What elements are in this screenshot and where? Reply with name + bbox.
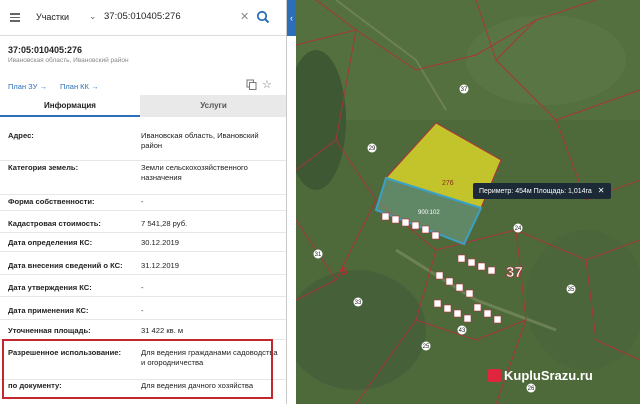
tab-services[interactable]: Услуги (140, 95, 286, 117)
close-icon[interactable]: ✕ (240, 10, 249, 23)
map-label-26: 26 (528, 386, 535, 392)
search-input[interactable] (104, 11, 234, 22)
row-ks-apply-date: Дата применения КС: - (0, 304, 286, 320)
row-value: - (141, 197, 144, 206)
row-label: Дата утверждения КС: (8, 283, 92, 292)
row-value: - (141, 306, 144, 315)
tab-bar: Информация Услуги (0, 95, 286, 117)
row-value: 31 422 кв. м (141, 326, 184, 335)
yellow-parcel-label: 276 (442, 180, 454, 187)
quarter-label-5: 5 (341, 266, 347, 278)
row-label: Категория земель: (8, 163, 79, 172)
map-label-24: 24 (515, 226, 522, 232)
row-value: 30.12.2019 (141, 238, 180, 247)
plan-kk-label: План КК (60, 82, 89, 91)
row-ks-approval-date: Дата утверждения КС: - (0, 281, 286, 297)
map-label-29: 29 (369, 146, 376, 152)
plan-zu-link[interactable]: План ЗУ → (8, 82, 47, 91)
plan-kk-link[interactable]: План КК → (60, 82, 99, 91)
measurement-text: Периметр: 454м Площадь: 1,014га (479, 188, 592, 195)
search-icon[interactable] (256, 10, 270, 24)
menu-icon[interactable] (10, 13, 20, 22)
row-value: Ивановская область, Ивановский район (141, 131, 259, 150)
row-value: 7 541,28 руб. (141, 219, 188, 228)
row-category: Категория земель: Земли сельскохозяйстве… (0, 161, 286, 195)
plan-zu-label: План ЗУ (8, 82, 38, 91)
watermark-text: KupluSrazu.ru (504, 368, 593, 383)
satellite-map: 37 29 24 31 35 33 43 25 26 276 900:102 3… (296, 0, 640, 404)
map-label-31: 31 (315, 252, 322, 258)
blue-parcel-label: 900:102 (418, 210, 440, 216)
watermark: KupluSrazu.ru (488, 368, 593, 383)
collapse-panel-button[interactable]: ‹ (287, 0, 296, 36)
row-ownership: Форма собственности: - (0, 195, 286, 211)
map-label-37: 37 (461, 87, 468, 93)
copy-icon[interactable] (246, 79, 257, 90)
row-label: Кадастровая стоимость: (8, 219, 101, 228)
quarter-label-37: 37 (506, 264, 523, 281)
map-label-33: 33 (355, 300, 362, 306)
highlight-frame (2, 339, 273, 399)
row-ks-entry-date: Дата внесения сведений о КС: 31.12.2019 (0, 259, 286, 275)
map-label-43: 43 (459, 328, 466, 334)
row-label: Адрес: (8, 131, 34, 140)
star-icon[interactable]: ☆ (262, 78, 272, 91)
parcel-number: 37:05:010405:276 (8, 45, 83, 55)
row-value: - (141, 283, 144, 292)
tab-info[interactable]: Информация (0, 95, 140, 117)
measurement-tooltip: Периметр: 454м Площадь: 1,014га ✕ (473, 183, 611, 199)
row-ks-date: Дата определения КС: 30.12.2019 (0, 236, 286, 252)
close-icon[interactable]: ✕ (598, 186, 605, 195)
row-label: Дата применения КС: (8, 306, 89, 315)
row-cadastral-value: Кадастровая стоимость: 7 541,28 руб. (0, 217, 286, 233)
watermark-logo-icon (488, 369, 501, 382)
row-area: Уточненная площадь: 31 422 кв. м (0, 324, 286, 340)
row-value: Земли сельскохозяйственного назначения (141, 163, 248, 182)
row-label: Форма собственности: (8, 197, 95, 206)
info-panel: Участки ⌄ ✕ 37:05:010405:276 Ивановская … (0, 0, 287, 404)
map-view[interactable]: 37 29 24 31 35 33 43 25 26 276 900:102 3… (296, 0, 640, 404)
row-label: Уточненная площадь: (8, 326, 91, 335)
chevron-down-icon[interactable]: ⌄ (89, 11, 97, 22)
row-label: Дата внесения сведений о КС: (8, 261, 123, 270)
layer-select[interactable]: Участки (36, 12, 69, 22)
parcel-region: Ивановская область, Ивановский район (8, 57, 129, 64)
row-value: 31.12.2019 (141, 261, 180, 270)
row-address: Адрес: Ивановская область, Ивановский ра… (0, 129, 286, 161)
row-label: Дата определения КС: (8, 238, 93, 247)
map-label-35: 35 (568, 287, 575, 293)
map-label-25: 25 (423, 344, 430, 350)
search-bar: Участки ⌄ ✕ (0, 0, 286, 36)
